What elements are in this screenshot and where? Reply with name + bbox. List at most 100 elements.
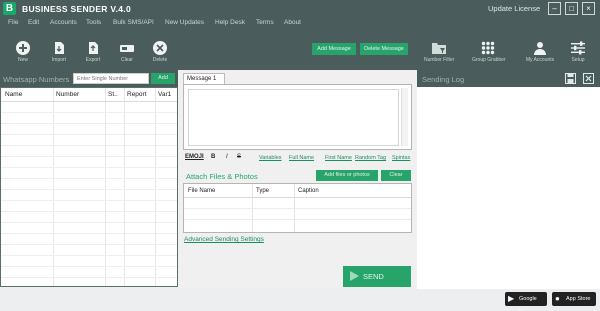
- menu-accounts[interactable]: Accounts: [50, 19, 77, 26]
- grid-row-line: [1, 244, 177, 245]
- app-title: BUSINESS SENDER V.4.0: [22, 4, 131, 14]
- google-play-badge[interactable]: ▶ Google Play: [505, 292, 547, 311]
- import-icon: [55, 42, 64, 54]
- grid-row-line: [1, 112, 177, 113]
- grid-divider: [105, 88, 106, 286]
- emoji-button[interactable]: EMOJI: [185, 154, 204, 160]
- italic-button[interactable]: I: [226, 154, 228, 160]
- clear-button[interactable]: Clear: [114, 41, 140, 63]
- import-button[interactable]: Import: [46, 41, 72, 63]
- grid-row-line: [1, 189, 177, 190]
- minimize-button[interactable]: –: [548, 2, 561, 15]
- plus-circle-icon: [16, 41, 30, 55]
- menu-about[interactable]: About: [284, 19, 301, 26]
- col-type[interactable]: Type: [256, 188, 269, 194]
- sending-log-area[interactable]: [417, 87, 600, 289]
- export-icon: [89, 42, 98, 54]
- send-button[interactable]: SEND: [343, 266, 411, 287]
- col-report[interactable]: Report: [127, 91, 147, 98]
- grid-row-line: [1, 255, 177, 256]
- new-button[interactable]: New: [10, 41, 36, 63]
- title-bar: B BUSINESS SENDER V.4.0 Update License –…: [0, 0, 600, 18]
- menu-new-updates[interactable]: New Updates: [165, 19, 204, 26]
- clear-files-button[interactable]: Clear: [381, 170, 411, 181]
- folder-filter-icon: [432, 43, 446, 54]
- col-var1[interactable]: Var1: [158, 91, 171, 98]
- add-files-button[interactable]: Add files or photos: [316, 170, 378, 181]
- col-caption[interactable]: Caption: [298, 188, 319, 194]
- send-arrow-icon: [350, 271, 359, 281]
- grid-row-line: [1, 277, 177, 278]
- col-number[interactable]: Number: [56, 91, 79, 98]
- sending-log-header: Sending Log: [417, 70, 600, 87]
- grid-row-line: [1, 178, 177, 179]
- close-button[interactable]: ×: [582, 2, 595, 15]
- toolbar: New Import Export Clear Delete Add Messa…: [0, 28, 600, 70]
- apple-icon: ●: [555, 294, 560, 303]
- strike-button[interactable]: S: [237, 154, 241, 160]
- grid-row-line: [1, 266, 177, 267]
- table-row-line: [184, 208, 411, 209]
- menu-file[interactable]: File: [8, 19, 18, 26]
- grid-row-line: [1, 211, 177, 212]
- eraser-icon: [120, 45, 134, 52]
- spintax-link[interactable]: Spintax: [392, 155, 410, 161]
- menu-help-desk[interactable]: Help Desk: [215, 19, 245, 26]
- message-textarea[interactable]: [188, 89, 399, 146]
- user-icon: [534, 42, 546, 55]
- group-grabber-button[interactable]: Group Grabber: [472, 41, 506, 63]
- grid-row-line: [1, 233, 177, 234]
- grid-divider: [53, 88, 54, 286]
- numbers-grid-header: Name Number St.. Report Var1: [1, 88, 177, 100]
- grid-row-line: [1, 123, 177, 124]
- add-message-button[interactable]: Add Message: [312, 43, 356, 55]
- save-icon[interactable]: [565, 73, 576, 84]
- col-name[interactable]: Name: [5, 91, 22, 98]
- variables-link[interactable]: Variables: [259, 155, 282, 161]
- message-panel: Message 1 EMOJI B I S Variables Full Nam…: [178, 70, 417, 289]
- grid-row-line: [1, 101, 177, 102]
- number-filter-button[interactable]: Number Filter: [424, 41, 454, 63]
- menu-edit[interactable]: Edit: [28, 19, 39, 26]
- send-label: SEND: [363, 272, 384, 281]
- grid-row-line: [1, 156, 177, 157]
- menu-terms[interactable]: Terms: [256, 19, 274, 26]
- setup-button[interactable]: Setup: [565, 41, 591, 63]
- sliders-icon: [571, 41, 585, 55]
- menu-tools[interactable]: Tools: [86, 19, 101, 26]
- numbers-title: Whatsapp Numbers: [3, 75, 70, 84]
- maximize-button[interactable]: □: [565, 2, 578, 15]
- full-name-link[interactable]: Full Name: [289, 155, 314, 161]
- first-name-link[interactable]: First Name: [325, 155, 352, 161]
- grid-divider: [155, 88, 156, 286]
- numbers-header: Whatsapp Numbers Add: [0, 70, 178, 87]
- bold-button[interactable]: B: [211, 154, 215, 160]
- attachments-table[interactable]: File Name Type Caption: [183, 183, 412, 233]
- grid-row-line: [1, 167, 177, 168]
- menu-bulk-sms[interactable]: Bulk SMS/API: [113, 19, 154, 26]
- app-store-badge[interactable]: ● App Store: [552, 292, 596, 306]
- col-status[interactable]: St..: [108, 91, 118, 98]
- grid-row-line: [1, 222, 177, 223]
- delete-button[interactable]: Delete: [147, 41, 173, 63]
- col-file-name[interactable]: File Name: [188, 188, 215, 194]
- numbers-grid[interactable]: Name Number St.. Report Var1: [0, 87, 178, 287]
- delete-message-button[interactable]: Delete Message: [360, 43, 408, 55]
- sending-log-title: Sending Log: [422, 75, 465, 84]
- single-number-input[interactable]: [73, 73, 149, 84]
- table-row-line: [184, 219, 411, 220]
- status-bar: ▶ Google Play ● App Store: [0, 289, 600, 311]
- message-scrollbar[interactable]: [401, 88, 408, 146]
- delete-circle-icon: [153, 41, 167, 55]
- add-number-button[interactable]: Add: [151, 73, 175, 84]
- advanced-sending-settings-link[interactable]: Advanced Sending Settings: [184, 236, 264, 243]
- update-license-link[interactable]: Update License: [488, 4, 540, 13]
- close-log-icon[interactable]: [583, 73, 594, 84]
- random-tag-link[interactable]: Random Tag: [355, 155, 386, 161]
- my-accounts-button[interactable]: My Accounts: [525, 41, 555, 63]
- export-button[interactable]: Export: [80, 41, 106, 63]
- table-row-line: [184, 197, 411, 198]
- attach-title: Attach Files & Photos: [186, 172, 258, 181]
- message-box: [183, 84, 412, 150]
- play-icon: ▶: [508, 294, 515, 303]
